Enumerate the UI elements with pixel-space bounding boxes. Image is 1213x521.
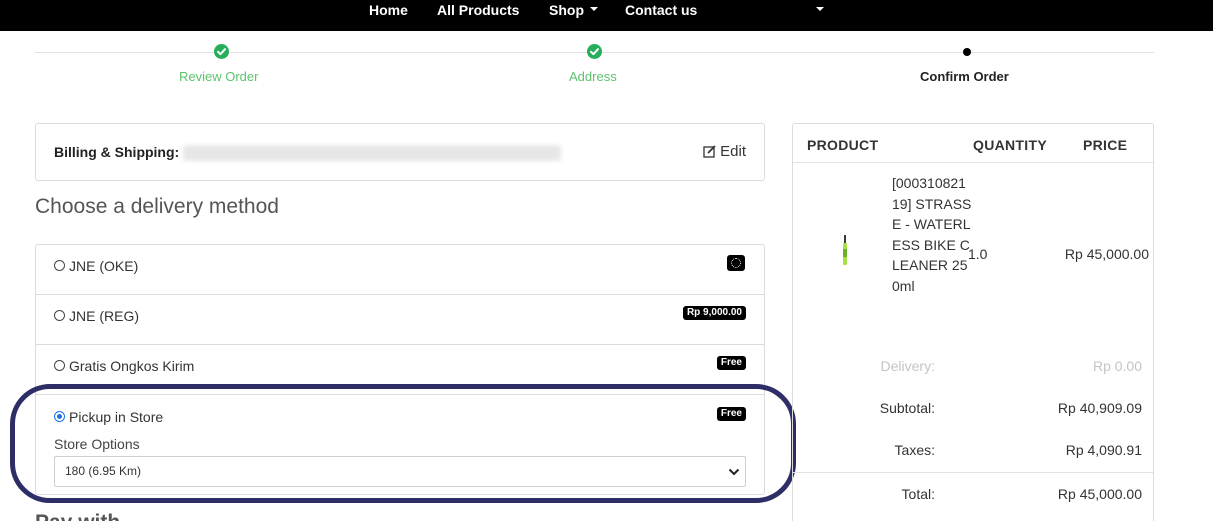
top-navbar: Home All Products Shop Contact us: [0, 0, 1213, 31]
nav-shop-label: Shop: [549, 2, 584, 18]
product-name[interactable]: [00031082119] STRASSE - WATERLESS BIKE C…: [892, 173, 972, 297]
delivery-option-pickup-store[interactable]: Pickup in Store Free Store Options 180 (…: [36, 395, 764, 494]
loading-spinner-icon: [727, 255, 745, 271]
current-step-dot: [963, 48, 971, 56]
nav-all-products-link[interactable]: All Products: [437, 0, 519, 20]
free-badge: Free: [716, 356, 746, 370]
delivery-method-title: Choose a delivery method: [35, 195, 279, 218]
subtotal-label: Subtotal:: [879, 400, 935, 416]
delivery-option-label: JNE (OKE): [69, 258, 139, 274]
nav-shop-dropdown[interactable]: Shop: [549, 0, 598, 20]
header-divider: [793, 162, 1153, 163]
product-price: Rp 45,000.00: [1064, 246, 1149, 262]
pay-with-title: Pay with: [35, 511, 120, 521]
nav-contact-link[interactable]: Contact us: [625, 0, 697, 20]
delivery-label: Delivery:: [880, 358, 935, 374]
taxes-label: Taxes:: [894, 442, 935, 458]
order-summary-panel: PRODUCT QUANTITY PRICE [00031082119] STR…: [792, 123, 1154, 521]
billing-address-redacted: [183, 145, 561, 161]
step-review-order[interactable]: Review Order: [179, 69, 258, 84]
free-badge: Free: [716, 407, 746, 421]
delivery-option-jne-oke[interactable]: JNE (OKE): [36, 245, 764, 295]
total-value: Rp 45,000.00: [1057, 486, 1142, 502]
delivery-value: Rp 0.00: [1092, 358, 1142, 374]
radio-jne-reg[interactable]: [54, 310, 65, 321]
billing-shipping-label: Billing & Shipping:: [54, 144, 180, 160]
total-divider: [793, 472, 1153, 473]
check-icon: [587, 44, 602, 59]
radio-jne-oke[interactable]: [54, 260, 65, 271]
billing-shipping-panel: Billing & Shipping: Edit: [35, 123, 765, 181]
product-thumbnail: [843, 235, 847, 265]
nav-account-dropdown[interactable]: [810, 0, 824, 20]
delivery-option-label: Gratis Ongkos Kirim: [69, 358, 195, 374]
subtotal-value: Rp 40,909.09: [1057, 400, 1142, 416]
check-icon: [214, 44, 229, 59]
radio-pickup-store[interactable]: [54, 411, 65, 422]
price-badge: Rp 9,000.00: [682, 306, 746, 320]
delivery-method-list: JNE (OKE) JNE (REG) Rp 9,000.00 Gratis O…: [35, 244, 765, 495]
price-column-header: PRICE: [1083, 137, 1128, 153]
product-column-header: PRODUCT: [807, 137, 879, 153]
delivery-option-jne-reg[interactable]: JNE (REG) Rp 9,000.00: [36, 295, 764, 345]
taxes-value: Rp 4,090.91: [1065, 442, 1142, 458]
delivery-option-gratis-ongkos[interactable]: Gratis Ongkos Kirim Free: [36, 345, 764, 395]
radio-gratis-ongkos[interactable]: [54, 360, 65, 371]
edit-billing-button[interactable]: Edit: [703, 143, 746, 160]
edit-icon: [703, 145, 716, 158]
edit-label: Edit: [720, 143, 746, 160]
store-options-label: Store Options: [54, 436, 140, 452]
delivery-option-label: JNE (REG): [69, 308, 139, 324]
step-confirm-order: Confirm Order: [920, 69, 1009, 84]
delivery-option-label: Pickup in Store: [69, 409, 164, 425]
quantity-column-header: QUANTITY: [973, 137, 1047, 153]
nav-home-link[interactable]: Home: [369, 0, 408, 20]
store-selected-value: 180 (6.95 Km): [65, 464, 142, 478]
chevron-down-icon: [816, 7, 824, 12]
chevron-down-icon: [590, 7, 598, 12]
step-address[interactable]: Address: [569, 69, 617, 84]
store-options-select[interactable]: 180 (6.95 Km): [54, 456, 746, 487]
product-quantity: 1.0: [968, 246, 988, 262]
total-label: Total:: [901, 486, 935, 502]
chevron-down-icon: [728, 468, 740, 476]
